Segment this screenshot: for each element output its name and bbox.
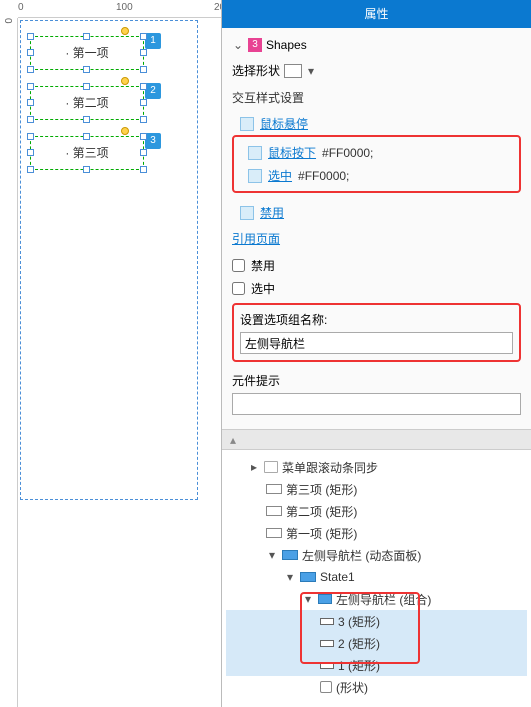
rect-icon	[266, 484, 282, 494]
outline-header[interactable]: ▴	[222, 430, 531, 450]
resize-handle[interactable]	[140, 166, 147, 173]
resize-handle[interactable]	[27, 33, 34, 40]
resize-handle[interactable]	[83, 33, 90, 40]
selected-link[interactable]: 选中	[268, 167, 292, 184]
resize-handle[interactable]	[27, 66, 34, 73]
hint-input[interactable]	[232, 393, 521, 415]
select-shape-label: 选择形状	[232, 62, 280, 79]
footnote-dot-icon	[121, 77, 129, 85]
resize-handle[interactable]	[83, 166, 90, 173]
outline-shape[interactable]: (形状)	[226, 676, 527, 698]
disabled-checkbox[interactable]	[232, 259, 245, 272]
chevron-down-icon[interactable]: ⌄	[232, 39, 244, 51]
resize-handle[interactable]	[140, 33, 147, 40]
chevron-down-icon[interactable]: ▾	[284, 570, 296, 584]
resize-handle[interactable]	[27, 116, 34, 123]
resize-handle[interactable]	[27, 99, 34, 106]
outline-tree: ▸ 菜单跟滚动条同步 第三项 (矩形) 第二项 (矩形) 第一项 (矩形) ▾左…	[222, 450, 531, 698]
state-icon	[300, 572, 316, 582]
shape-count-badge: 3	[248, 38, 262, 52]
highlight-box-groupname: 设置选项组名称:	[232, 303, 521, 362]
design-canvas[interactable]: · 第一项 1 · 第二项 2 · 第三项 3	[18, 18, 218, 698]
footnote-dot-icon	[121, 127, 129, 135]
hint-label: 元件提示	[232, 372, 521, 389]
resize-handle[interactable]	[140, 116, 147, 123]
shape-select[interactable]: ▾	[284, 64, 316, 78]
outline-leaf-1[interactable]: 1 (矩形)	[226, 654, 527, 676]
resize-handle[interactable]	[83, 133, 90, 140]
rect-icon	[320, 618, 334, 625]
resize-handle[interactable]	[83, 83, 90, 90]
outline-leaf-3[interactable]: 3 (矩形)	[226, 610, 527, 632]
selected-checkbox[interactable]	[232, 282, 245, 295]
shape-preview-icon	[284, 64, 302, 78]
resize-handle[interactable]	[83, 66, 90, 73]
page-icon	[264, 461, 278, 473]
canvas-item-1-label: · 第一项	[31, 37, 143, 69]
footnote-dot-icon	[121, 27, 129, 35]
chevron-down-icon: ▾	[306, 64, 316, 78]
selected-cb-label: 选中	[251, 280, 275, 297]
rect-icon	[266, 528, 282, 538]
group-name-label: 设置选项组名称:	[240, 311, 513, 328]
outline-item[interactable]: 第一项 (矩形)	[226, 522, 527, 544]
properties-panel: 属性 ⌄ 3 Shapes 选择形状 ▾ 交互样式设置 鼠标悬停 鼠标按下 #F…	[221, 0, 531, 707]
disabled-link[interactable]: 禁用	[260, 204, 284, 221]
selected-hex: #FF0000;	[298, 169, 349, 183]
resize-handle[interactable]	[140, 149, 147, 156]
mousedown-link[interactable]: 鼠标按下	[268, 144, 316, 161]
rect-icon	[266, 506, 282, 516]
style-hover-icon	[240, 117, 254, 131]
folder-icon	[318, 594, 332, 604]
collapse-icon: ▴	[230, 433, 236, 447]
resize-handle[interactable]	[140, 49, 147, 56]
resize-handle[interactable]	[27, 83, 34, 90]
chevron-down-icon[interactable]: ▾	[302, 592, 314, 606]
rect-icon	[320, 662, 334, 669]
dynamic-panel-icon	[282, 550, 298, 560]
resize-handle[interactable]	[83, 116, 90, 123]
resize-handle[interactable]	[27, 166, 34, 173]
footnote-badge: 1	[145, 33, 161, 49]
canvas-item-3[interactable]: · 第三项 3	[30, 136, 144, 170]
shapes-label: Shapes	[266, 38, 307, 52]
chevron-right-icon[interactable]: ▸	[248, 460, 260, 474]
shape-icon	[320, 681, 332, 693]
rect-icon	[320, 640, 334, 647]
outline-leaf-2[interactable]: 2 (矩形)	[226, 632, 527, 654]
outline-item[interactable]: 第二项 (矩形)	[226, 500, 527, 522]
canvas-item-3-label: · 第三项	[31, 137, 143, 169]
highlight-box-styles: 鼠标按下 #FF0000; 选中 #FF0000;	[232, 135, 521, 193]
style-disabled-icon	[240, 206, 254, 220]
canvas-item-2[interactable]: · 第二项 2	[30, 86, 144, 120]
ruler-vertical: 0	[0, 18, 18, 707]
chevron-down-icon[interactable]: ▾	[266, 548, 278, 562]
disabled-cb-label: 禁用	[251, 257, 275, 274]
outline-item[interactable]: 第三项 (矩形)	[226, 478, 527, 500]
resize-handle[interactable]	[140, 66, 147, 73]
style-mousedown-icon	[248, 146, 262, 160]
outline-group[interactable]: ▾左侧导航栏 (组合)	[226, 588, 527, 610]
canvas-item-2-label: · 第二项	[31, 87, 143, 119]
canvas-item-1[interactable]: · 第一项 1	[30, 36, 144, 70]
footnote-badge: 3	[145, 133, 161, 149]
resize-handle[interactable]	[140, 133, 147, 140]
mousedown-hex: #FF0000;	[322, 146, 373, 160]
group-name-input[interactable]	[240, 332, 513, 354]
style-selected-icon	[248, 169, 262, 183]
reference-page-link[interactable]: 引用页面	[232, 232, 280, 246]
footnote-badge: 2	[145, 83, 161, 99]
outline-top-page[interactable]: ▸ 菜单跟滚动条同步	[226, 456, 527, 478]
outline-dynamic-panel[interactable]: ▾左侧导航栏 (动态面板)	[226, 544, 527, 566]
hover-link[interactable]: 鼠标悬停	[260, 115, 308, 132]
outline-state[interactable]: ▾State1	[226, 566, 527, 588]
interaction-styles-title: 交互样式设置	[232, 89, 521, 106]
resize-handle[interactable]	[140, 99, 147, 106]
resize-handle[interactable]	[140, 83, 147, 90]
resize-handle[interactable]	[27, 49, 34, 56]
properties-title: 属性	[222, 0, 531, 28]
resize-handle[interactable]	[27, 149, 34, 156]
resize-handle[interactable]	[27, 133, 34, 140]
